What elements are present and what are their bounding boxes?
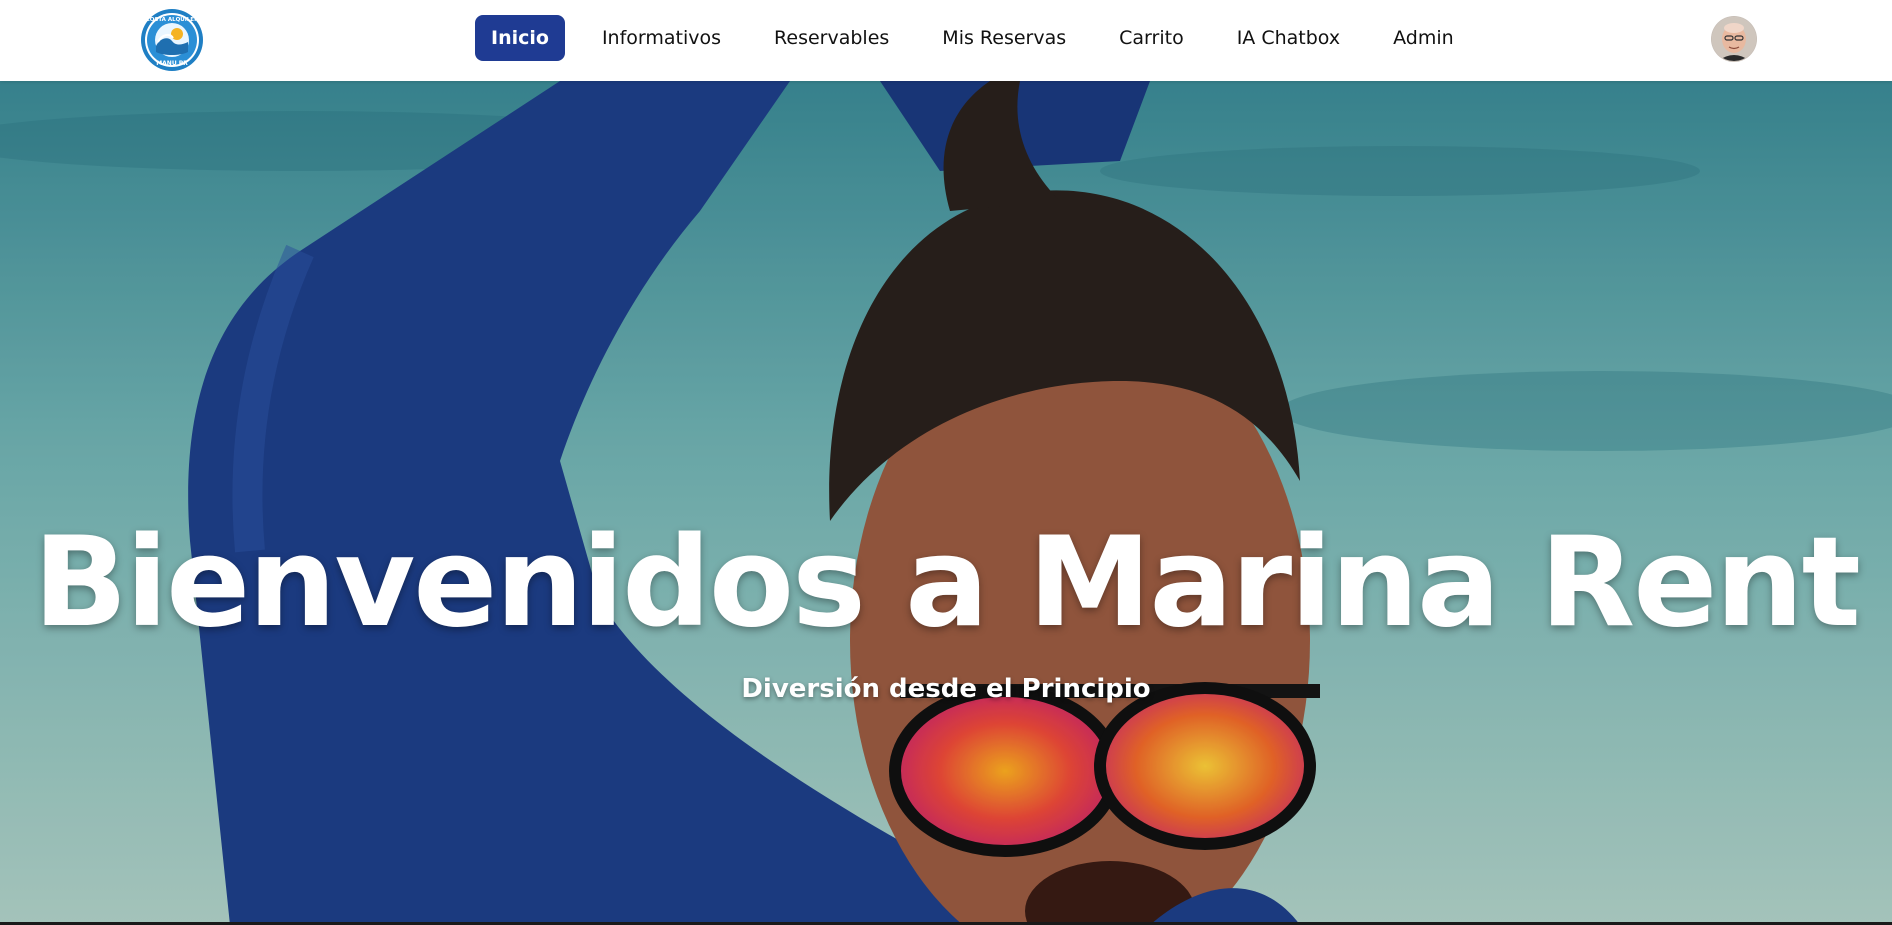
nav-item-informativos[interactable]: Informativos [586,15,737,61]
hero-overlay [0,81,1892,925]
brand-logo[interactable]: COSTA ALQUILER MANU PR [140,8,204,72]
nav-item-inicio[interactable]: Inicio [475,15,565,61]
svg-text:COSTA ALQUILER: COSTA ALQUILER [146,17,199,23]
user-avatar-icon [1712,17,1756,61]
page: COSTA ALQUILER MANU PR Inicio Informativ… [0,0,1892,925]
user-avatar[interactable] [1712,17,1756,61]
hero-section: Bienvenidos a Marina Rent Diversión desd… [0,81,1892,925]
hero-title: Bienvenidos a Marina Rent [33,511,1861,655]
svg-text:MANU PR: MANU PR [156,60,188,67]
nav-item-reservables[interactable]: Reservables [758,15,905,61]
hero-subtitle: Diversión desde el Principio [741,674,1151,704]
top-navbar: COSTA ALQUILER MANU PR Inicio Informativ… [0,0,1892,81]
nav-item-admin[interactable]: Admin [1377,15,1470,61]
main-nav: Inicio Informativos Reservables Mis Rese… [475,15,1491,61]
wave-logo-icon: COSTA ALQUILER MANU PR [141,9,203,71]
nav-item-carrito[interactable]: Carrito [1103,15,1200,61]
nav-item-ia-chatbox[interactable]: IA Chatbox [1221,15,1356,61]
nav-item-mis-reservas[interactable]: Mis Reservas [926,15,1082,61]
